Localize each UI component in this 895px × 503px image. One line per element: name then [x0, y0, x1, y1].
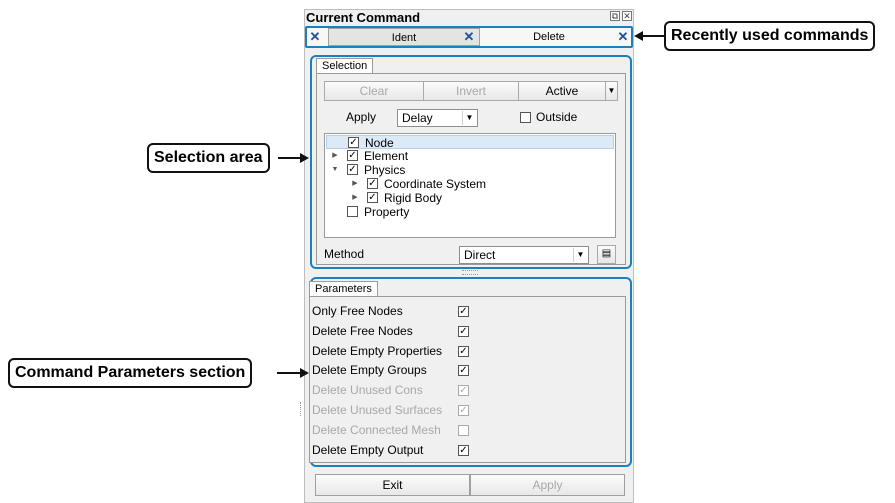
element-checkbox[interactable]: ✓	[347, 150, 358, 161]
apply-button[interactable]: Apply	[470, 474, 625, 496]
tree-item-coordinate-system[interactable]: ▶ ✓ Coordinate System	[326, 177, 614, 191]
expand-icon[interactable]: ▶	[351, 191, 359, 205]
param-label: Delete Unused Cons	[312, 383, 423, 397]
param-checkbox	[458, 425, 469, 436]
arrow-head	[300, 153, 309, 163]
param-checkbox[interactable]: ✓	[458, 445, 469, 456]
callout-parameters-section: Command Parameters section	[8, 358, 253, 388]
callout-selection-area: Selection area	[147, 143, 270, 173]
tree-item-label: Property	[364, 205, 410, 219]
tree-item-label: Rigid Body	[384, 191, 443, 205]
arrow-line	[642, 35, 664, 37]
arrow-head	[300, 368, 309, 378]
rigid-body-checkbox[interactable]: ✓	[367, 192, 378, 203]
method-select[interactable]: Direct ▼	[459, 246, 589, 264]
splitter-grip[interactable]	[462, 270, 478, 275]
tree-item-label: Physics	[364, 163, 406, 177]
chevron-down-icon: ▼	[462, 111, 476, 125]
method-value: Direct	[464, 248, 496, 262]
arrow-line	[278, 157, 300, 159]
list-icon[interactable]: ▤	[597, 245, 616, 264]
tab-ident[interactable]: Ident	[328, 28, 480, 46]
selection-tree[interactable]: ✓ Node ▶ ✓ Element ▼ ✓ Physics ▶ ✓ Coord…	[324, 133, 616, 238]
close-tab-ident-right-icon[interactable]: ✕	[461, 28, 477, 46]
tab-ident-label: Ident	[391, 32, 417, 44]
param-checkbox[interactable]: ✓	[458, 346, 469, 357]
tree-item-label: Node	[365, 136, 394, 150]
tree-item-label: Coordinate System	[384, 177, 487, 191]
collapse-icon[interactable]: ▼	[331, 163, 339, 177]
tree-item-property[interactable]: Property	[326, 205, 614, 219]
node-checkbox[interactable]: ✓	[348, 137, 359, 148]
physics-checkbox[interactable]: ✓	[347, 164, 358, 175]
panel-title: Current Command	[306, 10, 421, 25]
param-label: Only Free Nodes	[312, 304, 403, 318]
active-dropdown-arrow[interactable]: ▼	[605, 81, 618, 101]
outside-checkbox[interactable]	[520, 112, 531, 123]
param-label: Delete Empty Properties	[312, 344, 443, 358]
tab-delete-label: Delete	[533, 31, 565, 43]
coordinate-system-checkbox[interactable]: ✓	[367, 178, 378, 189]
arrow-line	[277, 372, 300, 374]
param-label: Delete Empty Output	[312, 443, 424, 457]
tree-item-node[interactable]: ✓ Node	[326, 135, 614, 150]
expand-icon[interactable]: ▶	[351, 177, 359, 191]
chevron-down-icon: ▼	[573, 248, 587, 262]
param-checkbox[interactable]: ✓	[458, 306, 469, 317]
tab-delete[interactable]: Delete	[480, 28, 618, 46]
outside-label: Outside	[536, 110, 578, 124]
dock-grip[interactable]	[300, 402, 303, 416]
param-checkbox[interactable]: ✓	[458, 365, 469, 376]
param-checkbox: ✓	[458, 405, 469, 416]
selection-tab[interactable]: Selection	[316, 58, 374, 74]
exit-button[interactable]: Exit	[315, 474, 470, 496]
property-checkbox[interactable]	[347, 206, 358, 217]
callout-recent-commands: Recently used commands	[664, 21, 876, 51]
active-button[interactable]: Active	[518, 81, 606, 101]
param-checkbox[interactable]: ✓	[458, 326, 469, 337]
tree-item-physics[interactable]: ▼ ✓ Physics	[326, 163, 614, 177]
apply-mode-value: Delay	[402, 111, 433, 125]
float-icon[interactable]: ⧉	[610, 11, 620, 21]
param-label: Delete Unused Surfaces	[312, 403, 443, 417]
tree-item-label: Element	[364, 149, 409, 163]
param-label: Delete Connected Mesh	[312, 423, 441, 437]
expand-icon[interactable]: ▶	[331, 149, 339, 163]
param-label: Delete Free Nodes	[312, 324, 413, 338]
param-checkbox: ✓	[458, 385, 469, 396]
apply-mode-select[interactable]: Delay ▼	[397, 109, 478, 127]
clear-button[interactable]: Clear	[324, 81, 424, 101]
close-tab-ident-icon[interactable]: ✕	[307, 28, 323, 46]
close-icon[interactable]: ✕	[622, 11, 632, 21]
close-tab-delete-icon[interactable]: ✕	[615, 28, 631, 46]
apply-label: Apply	[346, 110, 377, 124]
invert-button[interactable]: Invert	[423, 81, 519, 101]
tree-item-rigid-body[interactable]: ▶ ✓ Rigid Body	[326, 191, 614, 205]
method-label: Method	[324, 247, 365, 261]
tree-item-element[interactable]: ▶ ✓ Element	[326, 149, 614, 163]
parameters-tab[interactable]: Parameters	[309, 281, 378, 297]
param-label: Delete Empty Groups	[312, 363, 427, 377]
